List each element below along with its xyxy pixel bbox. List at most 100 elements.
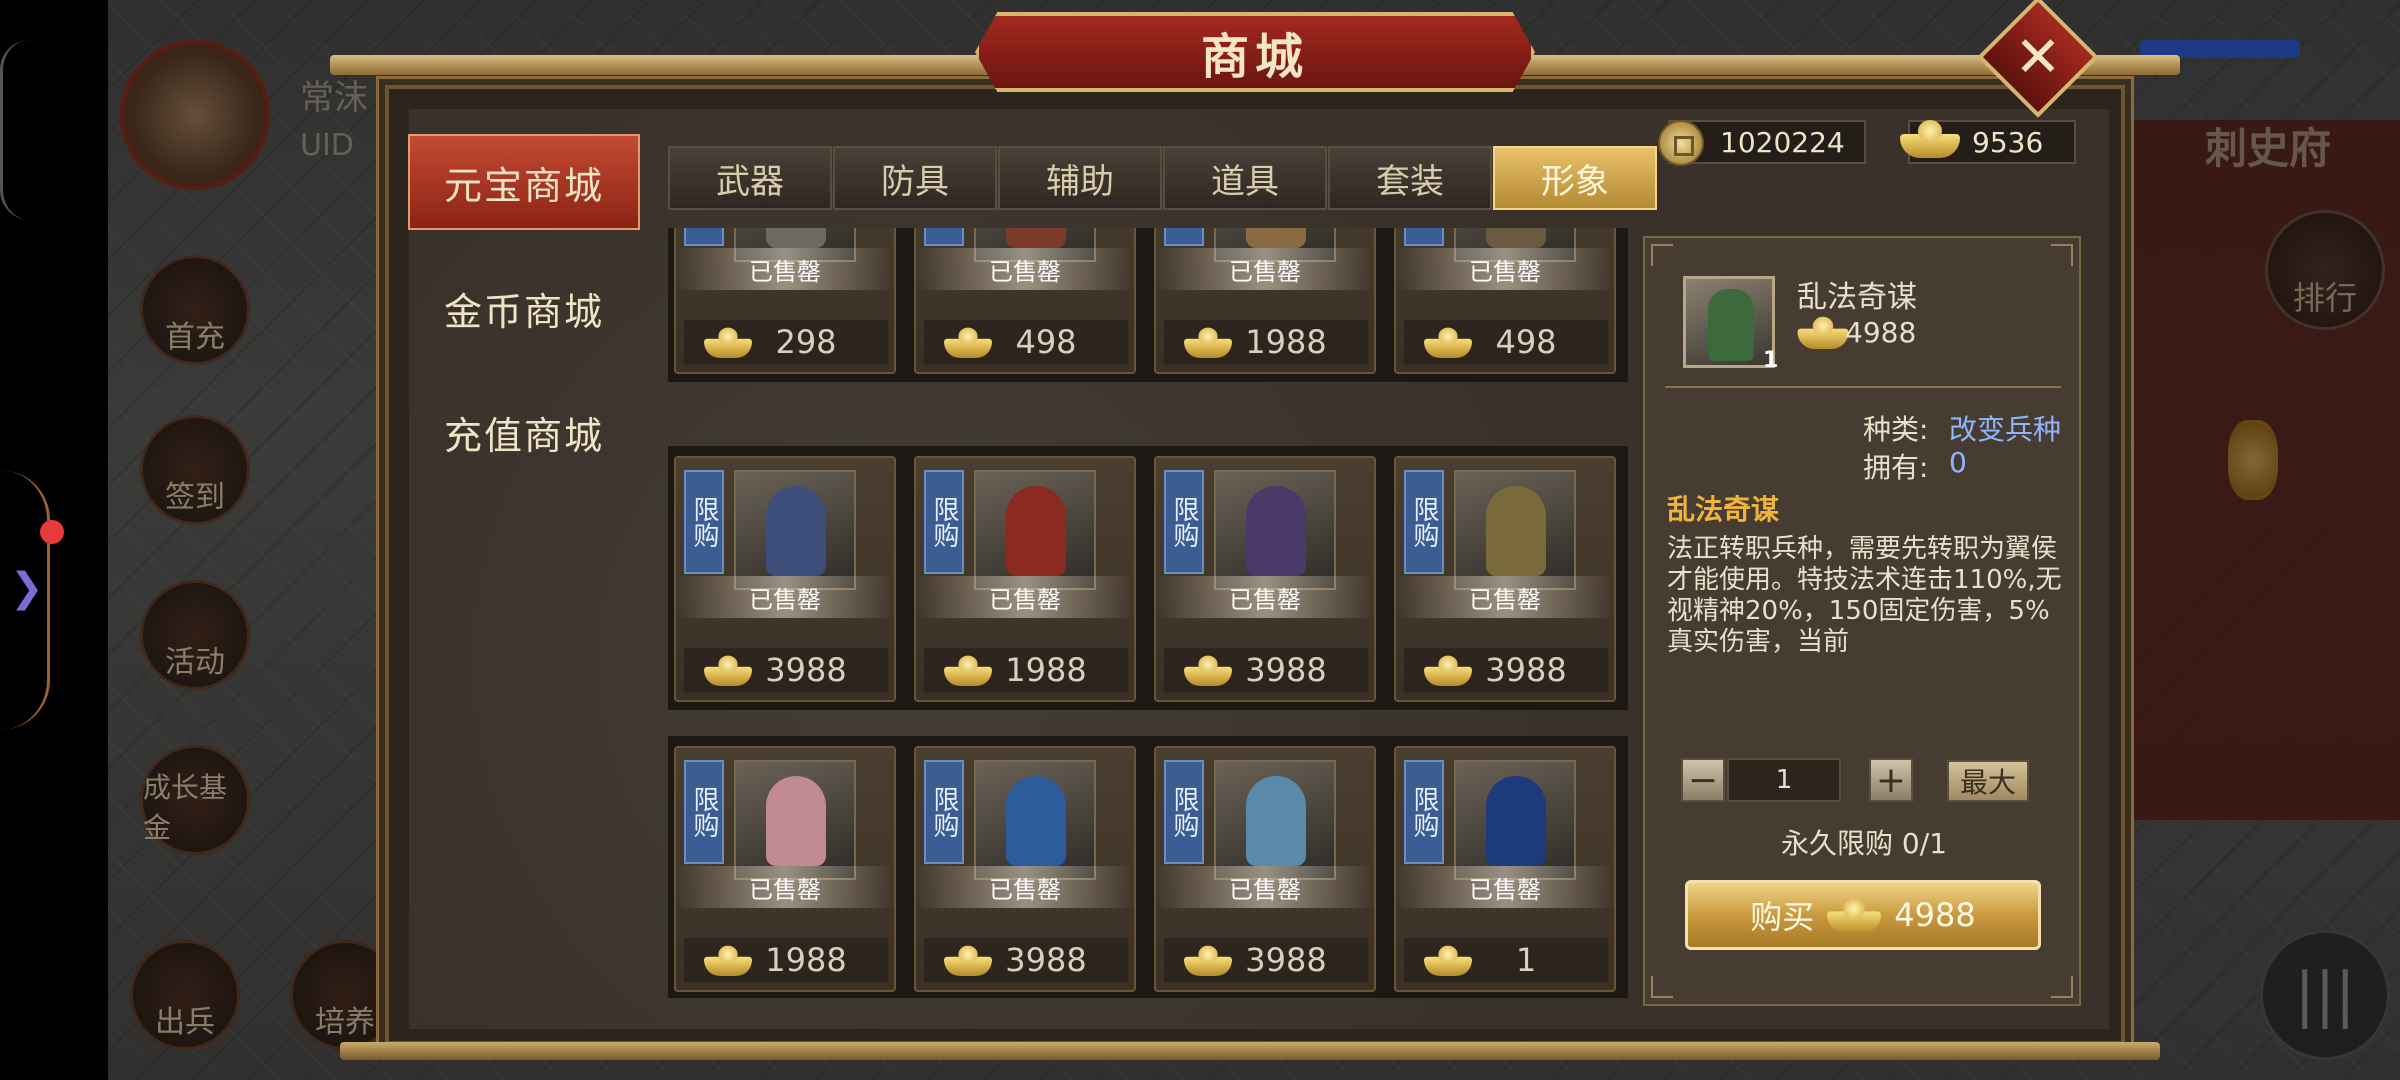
description-text[interactable]: 法正转职兵种，需要先转职为翼侯才能使用。特技法术连击110%,无视精神20%，1… xyxy=(1667,534,2067,658)
tab-items[interactable]: 道具 xyxy=(1163,146,1327,210)
limited-badge: 限购 xyxy=(924,760,964,864)
item-price-value: 298 xyxy=(775,323,837,361)
limited-badge: 限购 xyxy=(1164,760,1204,864)
sold-out-label: 已售罄 xyxy=(916,248,1134,290)
buy-button[interactable]: 购买 4988 xyxy=(1685,880,2041,950)
limited-badge: 限购 xyxy=(1164,470,1204,574)
shop-item-card[interactable]: 限购 已售罄 1 xyxy=(1394,746,1616,992)
shop-title: 商城 xyxy=(975,12,1535,92)
edge-curve xyxy=(0,40,30,220)
sold-out-label: 已售罄 xyxy=(676,248,894,290)
item-price-value: 3988 xyxy=(1005,941,1087,979)
item-portrait xyxy=(1454,470,1576,590)
item-price: 1988 xyxy=(1164,320,1368,364)
description-title: 乱法奇谋 xyxy=(1667,493,1780,526)
sold-out-label: 已售罄 xyxy=(916,866,1134,908)
ingot-icon xyxy=(1184,944,1232,976)
ingot-icon xyxy=(1797,315,1849,349)
screen: ❯ 常沫 UID 城 刺史府 首充 签到 活动 成长基金 出兵 培养 排行 ||… xyxy=(0,0,2400,1080)
tab-weapons[interactable]: 武器 xyxy=(668,146,832,210)
kind-value: 改变兵种 xyxy=(1949,413,2062,446)
limited-badge: 限购 xyxy=(1164,228,1204,246)
shop-item-card[interactable]: 限购已售罄 498 xyxy=(914,228,1136,374)
shop-item-card[interactable]: 限购已售罄 498 xyxy=(1394,228,1616,374)
item-price: 1988 xyxy=(684,938,888,982)
limited-badge: 限购 xyxy=(1404,470,1444,574)
shop-item-card[interactable]: 限购 已售罄 3988 xyxy=(1154,746,1376,992)
edge-red-dot xyxy=(40,520,64,544)
sold-out-label: 已售罄 xyxy=(1156,576,1374,618)
detail-item-count: 1 xyxy=(1763,348,1779,373)
category-gold-shop[interactable]: 金币商城 xyxy=(408,260,640,356)
item-grid: 限购已售罄298限购已售罄498限购已售罄1988限购已售罄498限购已售罄39… xyxy=(668,228,1628,998)
buy-label: 购买 xyxy=(1750,898,1815,936)
item-portrait xyxy=(734,760,856,880)
shop-item-card[interactable]: 限购 已售罄 3988 xyxy=(914,746,1136,992)
item-price: 3988 xyxy=(1404,648,1608,692)
item-price-value: 498 xyxy=(1015,323,1077,361)
sold-out-label: 已售罄 xyxy=(676,576,894,618)
own-label: 拥有: xyxy=(1863,451,1929,484)
item-price: 498 xyxy=(1404,320,1608,364)
item-price-value: 1988 xyxy=(765,941,847,979)
ingot-icon xyxy=(944,326,992,358)
ingot-icon xyxy=(944,944,992,976)
item-price-value: 3988 xyxy=(1485,651,1567,689)
ingot-icon xyxy=(1424,944,1472,976)
coin-amount: 1020224 xyxy=(1720,125,1845,159)
edge-arrow-icon[interactable]: ❯ xyxy=(10,565,44,611)
shop-item-card[interactable]: 限购 已售罄 3988 xyxy=(1394,456,1616,702)
ingot-icon xyxy=(704,654,752,686)
detail-item-name: 乱法奇谋 xyxy=(1797,280,1917,315)
category-recharge-shop[interactable]: 充值商城 xyxy=(408,384,640,480)
item-price: 3988 xyxy=(924,938,1128,982)
item-portrait xyxy=(974,760,1096,880)
ingot-icon xyxy=(944,654,992,686)
shop-item-card[interactable]: 限购已售罄 1988 xyxy=(914,456,1136,702)
sold-out-label: 已售罄 xyxy=(1396,866,1614,908)
quantity-minus-button[interactable]: − xyxy=(1681,758,1725,802)
ingot-icon xyxy=(1424,326,1472,358)
limited-badge: 限购 xyxy=(684,470,724,574)
limited-badge: 限购 xyxy=(924,470,964,574)
max-quantity-button[interactable]: 最大 xyxy=(1947,760,2029,802)
detail-item-portrait xyxy=(1683,276,1775,368)
tab-accessory[interactable]: 辅助 xyxy=(998,146,1162,210)
shop-item-card[interactable]: 限购已售罄 1988 xyxy=(1154,228,1376,374)
shop-item-card[interactable]: 限购已售罄 298 xyxy=(674,228,896,374)
divider xyxy=(1665,386,2061,388)
ingot-icon xyxy=(1184,654,1232,686)
item-price: 3988 xyxy=(684,648,888,692)
quantity-plus-button[interactable]: + xyxy=(1869,758,1913,802)
item-price: 1 xyxy=(1404,938,1608,982)
item-portrait xyxy=(734,470,856,590)
item-portrait xyxy=(974,470,1096,590)
quantity-field[interactable]: 1 xyxy=(1727,758,1841,802)
item-price-value: 1988 xyxy=(1005,651,1087,689)
panel-bottom-trim xyxy=(340,1042,2160,1060)
shop-item-card[interactable]: 限购已售罄 1988 xyxy=(674,746,896,992)
item-price: 498 xyxy=(924,320,1128,364)
item-price-value: 3988 xyxy=(1245,651,1327,689)
ingot-icon xyxy=(704,944,752,976)
shop-item-card[interactable]: 限购 已售罄 3988 xyxy=(674,456,896,702)
tab-armor[interactable]: 防具 xyxy=(833,146,997,210)
item-price: 298 xyxy=(684,320,888,364)
coin-balance: 1020224 xyxy=(1658,120,1866,166)
tab-appearance[interactable]: 形象 xyxy=(1493,146,1657,210)
kind-label: 种类: xyxy=(1863,413,1929,446)
ingot-amount: 9536 xyxy=(1972,125,2044,159)
item-price-value: 3988 xyxy=(1245,941,1327,979)
ingot-icon xyxy=(1900,118,1960,158)
item-price: 3988 xyxy=(1164,938,1368,982)
detail-item-price: 4988 xyxy=(1845,316,1917,349)
item-portrait xyxy=(1214,760,1336,880)
purchase-limit: 永久限购 0/1 xyxy=(1781,827,1947,860)
sold-out-label: 已售罄 xyxy=(1156,866,1374,908)
category-ingot-shop[interactable]: 元宝商城 xyxy=(408,134,640,230)
item-portrait xyxy=(1214,470,1336,590)
sold-out-label: 已售罄 xyxy=(1396,248,1614,290)
tab-sets[interactable]: 套装 xyxy=(1328,146,1492,210)
sold-out-label: 已售罄 xyxy=(1396,576,1614,618)
shop-item-card[interactable]: 限购 已售罄 3988 xyxy=(1154,456,1376,702)
